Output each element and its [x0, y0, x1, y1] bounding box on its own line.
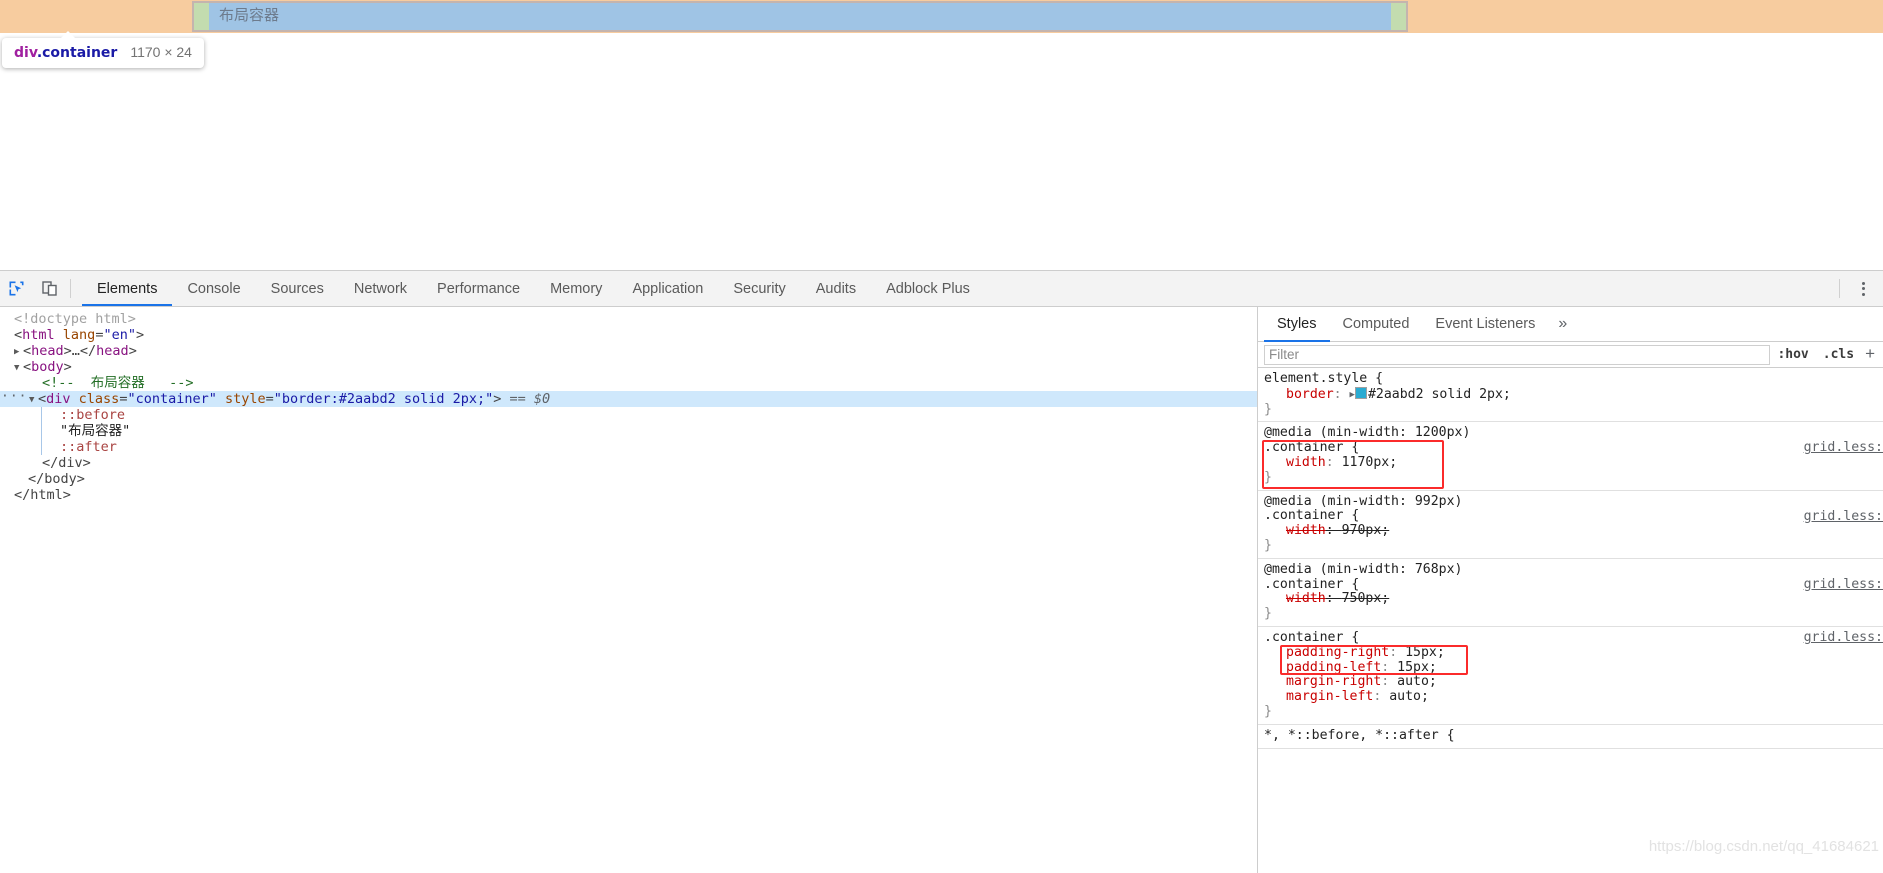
style-rule-element-style[interactable]: element.style { border: ▶ #2aabd2 solid 2… — [1258, 368, 1883, 423]
element-highlight-tooltip: div.container 1170 × 24 — [2, 31, 204, 68]
dom-line-after-pseudo[interactable]: ::after — [0, 439, 1257, 455]
style-rule-media-768[interactable]: @media (min-width: 768px) .container { w… — [1258, 559, 1883, 627]
style-rule-partial-next[interactable]: *, *::before, *::after { — [1258, 725, 1883, 749]
container-text-label: 布局容器 — [219, 7, 280, 24]
node-ellipsis-icon[interactable]: ··· — [1, 389, 27, 405]
dom-line-head[interactable]: ▶ <head>…</head> — [0, 343, 1257, 359]
cls-toggle-button[interactable]: .cls — [1816, 347, 1861, 362]
toolbar-right-divider — [1839, 279, 1840, 298]
style-source-link[interactable]: grid.less: — [1804, 577, 1883, 593]
tooltip-dimensions: 1170 × 24 — [130, 44, 192, 60]
page-viewport: 布局容器 div.container 1170 × 24 — [0, 0, 1883, 270]
tooltip-arrow-icon — [60, 31, 76, 39]
styles-filter-bar: :hov .cls + — [1258, 342, 1883, 368]
style-rule-media-1200[interactable]: @media (min-width: 1200px) .container { … — [1258, 422, 1883, 491]
tab-styles[interactable]: Styles — [1264, 307, 1330, 342]
tab-performance[interactable]: Performance — [422, 271, 535, 306]
dom-line-before-pseudo[interactable]: ::before — [0, 407, 1257, 423]
dom-tree-pane[interactable]: <!doctype html> <html lang="en"> ▶ <head>… — [0, 307, 1257, 873]
media-query-768: @media (min-width: 768px) — [1264, 561, 1463, 577]
collapse-triangle-icon[interactable]: ▼ — [29, 392, 38, 408]
dom-line-body-open[interactable]: ▼ <body> — [0, 359, 1257, 375]
devtools-panel-tabs: Elements Console Sources Network Perform… — [82, 271, 985, 306]
styles-pane: Styles Computed Event Listeners » :hov .… — [1258, 307, 1883, 873]
dom-line-container-div[interactable]: ··· ▼ <div class="container" style="border… — [0, 389, 1257, 408]
tab-network[interactable]: Network — [339, 271, 422, 306]
declaration-margin-left[interactable]: margin-left: auto; — [1258, 689, 1883, 705]
tab-audits[interactable]: Audits — [801, 271, 871, 306]
rule-close-brace: } — [1264, 469, 1272, 485]
rule-selector[interactable]: element.style { — [1258, 371, 1883, 387]
style-rule-container-padding[interactable]: .container { padding-right: 15px; paddin… — [1258, 627, 1883, 725]
tooltip-element-name: div.container — [14, 45, 117, 61]
tooltip-class-name: .container — [36, 45, 118, 61]
toolbar-divider — [70, 279, 71, 298]
dom-line-html-close[interactable]: </html> — [0, 487, 1257, 503]
declaration-width-970[interactable]: width: 970px; — [1258, 523, 1883, 539]
rule-selector[interactable]: .container { — [1258, 630, 1883, 646]
devtools-window: Elements Console Sources Network Perform… — [0, 270, 1883, 873]
filter-input[interactable] — [1264, 344, 1771, 365]
declaration-padding-left[interactable]: padding-left: 15px; — [1258, 660, 1883, 676]
rule-close-brace: } — [1264, 606, 1272, 622]
tab-elements[interactable]: Elements — [82, 271, 173, 306]
dom-line-body-close[interactable]: </body> — [0, 471, 1257, 487]
tooltip-tag-name: div — [14, 45, 37, 61]
tab-computed[interactable]: Computed — [1330, 307, 1423, 341]
hov-toggle-button[interactable]: :hov — [1770, 347, 1815, 362]
inspect-element-icon[interactable] — [0, 271, 33, 306]
kebab-menu-icon[interactable] — [1849, 271, 1877, 306]
styles-rules-list: element.style { border: ▶ #2aabd2 solid 2… — [1258, 368, 1883, 873]
media-query-1200: @media (min-width: 1200px) — [1264, 425, 1471, 441]
rule-close-brace: } — [1264, 537, 1272, 553]
dom-line-doctype[interactable]: <!doctype html> — [0, 311, 1257, 327]
devtools-toolbar: Elements Console Sources Network Perform… — [0, 271, 1883, 307]
rule-selector[interactable]: .container { — [1258, 509, 1883, 524]
declaration-margin-right[interactable]: margin-right: auto; — [1258, 674, 1883, 690]
dom-line-comment[interactable]: <!-- 布局容器 --> — [0, 375, 1257, 391]
device-toolbar-icon[interactable] — [33, 271, 66, 306]
rule-close-brace: } — [1264, 703, 1272, 719]
declaration-border[interactable]: border: ▶ #2aabd2 solid 2px; — [1258, 386, 1883, 403]
watermark-text: https://blog.csdn.net/qq_41684621 — [1648, 838, 1879, 856]
devtools-body: <!doctype html> <html lang="en"> ▶ <head>… — [0, 307, 1883, 873]
style-rule-media-992[interactable]: @media (min-width: 992px) .container { w… — [1258, 491, 1883, 559]
rule-close-brace: } — [1264, 401, 1272, 417]
tab-security[interactable]: Security — [718, 271, 800, 306]
tab-event-listeners[interactable]: Event Listeners — [1422, 307, 1548, 341]
rule-selector[interactable]: .container { — [1258, 440, 1883, 456]
style-source-link[interactable]: grid.less: — [1804, 441, 1883, 456]
rule-selector[interactable]: .container { — [1258, 577, 1883, 593]
tab-application[interactable]: Application — [617, 271, 718, 306]
declaration-width-1170[interactable]: width: 1170px; — [1258, 455, 1883, 471]
chevron-double-right-icon[interactable]: » — [1548, 307, 1577, 341]
tab-console[interactable]: Console — [172, 271, 255, 306]
style-source-link[interactable]: grid.less: — [1804, 630, 1883, 646]
rule-selector-partial: *, *::before, *::after { — [1264, 727, 1455, 743]
new-style-rule-button[interactable]: + — [1861, 345, 1881, 363]
style-source-link[interactable]: grid.less: — [1804, 509, 1883, 525]
toolbar-right-controls — [1839, 271, 1883, 306]
tab-sources[interactable]: Sources — [256, 271, 339, 306]
highlight-content-box — [209, 3, 1391, 30]
tab-memory[interactable]: Memory — [535, 271, 617, 306]
declaration-width-750[interactable]: width: 750px; — [1258, 591, 1883, 607]
collapse-triangle-icon[interactable]: ▼ — [14, 360, 23, 376]
declaration-padding-right[interactable]: padding-right: 15px; — [1258, 645, 1883, 661]
dom-line-text-node[interactable]: "布局容器" — [0, 423, 1257, 439]
tab-adblock-plus[interactable]: Adblock Plus — [871, 271, 985, 306]
dom-line-div-close[interactable]: </div> — [0, 455, 1257, 471]
dom-line-html-open[interactable]: <html lang="en"> — [0, 327, 1257, 343]
styles-sidebar-tabs: Styles Computed Event Listeners » — [1258, 307, 1883, 342]
expand-triangle-icon[interactable]: ▶ — [14, 344, 23, 360]
media-query-992: @media (min-width: 992px) — [1264, 493, 1463, 509]
color-swatch[interactable] — [1354, 386, 1367, 399]
